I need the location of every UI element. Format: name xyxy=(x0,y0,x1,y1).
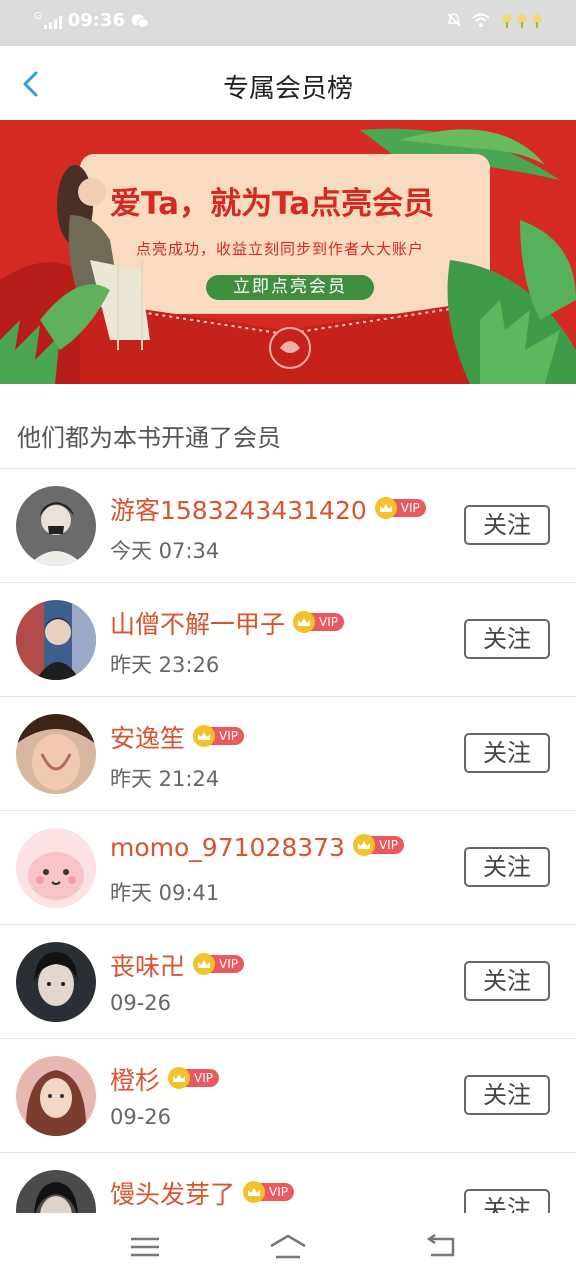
system-nav-bar xyxy=(0,1213,576,1280)
list-item[interactable]: 安逸笙 VIP 昨天 21:24 关注 xyxy=(0,697,576,811)
wechat-icon xyxy=(131,14,150,28)
vip-badge: VIP xyxy=(193,953,244,975)
crown-icon xyxy=(374,497,397,519)
member-name-text: 安逸笙 xyxy=(110,724,186,753)
vip-badge: VIP xyxy=(352,834,404,856)
list-item[interactable]: 山僧不解一甲子 VIP 昨天 23:26 关注 xyxy=(0,583,576,697)
mute-bell-icon xyxy=(447,13,461,27)
status-time: 09:36 xyxy=(67,10,126,31)
member-name-text: 山僧不解一甲子 xyxy=(110,610,286,639)
vip-badge: VIP xyxy=(193,725,244,747)
member-time: 09-26 xyxy=(110,1105,172,1129)
network-type-label: G xyxy=(34,11,42,22)
status-right xyxy=(446,12,544,28)
follow-button[interactable]: 关注 xyxy=(464,733,550,773)
crown-icon xyxy=(293,611,316,633)
vip-badge: VIP xyxy=(374,497,426,519)
avatar[interactable] xyxy=(16,600,96,680)
vip-badge: VIP xyxy=(243,1181,294,1203)
banner-cta-button[interactable]: 立即点亮会员 xyxy=(206,275,374,300)
member-time: 今天 07:34 xyxy=(110,539,220,563)
menu-icon[interactable] xyxy=(127,1233,163,1261)
vip-badge: VIP xyxy=(168,1067,219,1089)
home-icon[interactable] xyxy=(268,1233,308,1261)
wifi-icon xyxy=(472,13,490,27)
member-name[interactable]: 丧味卍 VIP xyxy=(110,947,244,983)
member-name[interactable]: 橙杉 VIP xyxy=(110,1061,219,1097)
avatar[interactable] xyxy=(16,486,96,566)
member-name-text: momo_971028373 xyxy=(110,833,345,862)
member-name[interactable]: 山僧不解一甲子 VIP xyxy=(110,605,344,641)
follow-button[interactable]: 关注 xyxy=(464,1189,550,1213)
crown-icon xyxy=(193,725,216,747)
app-header: 专属会员榜 xyxy=(0,46,576,121)
member-time: 昨天 23:26 xyxy=(110,653,220,677)
member-name-text: 橙杉 xyxy=(110,1066,161,1095)
crown-icon xyxy=(168,1067,191,1089)
flower-icons xyxy=(502,14,542,28)
member-list[interactable]: 游客1583243431420 VIP 今天 07:34 关注 山僧不解一甲子 VI… xyxy=(0,469,576,1213)
vip-badge: VIP xyxy=(293,611,344,633)
avatar[interactable] xyxy=(16,828,96,908)
promo-banner[interactable]: 爱Ta，就为Ta点亮会员 点亮成功，收益立刻同步到作者大大账户 立即点亮会员 xyxy=(0,120,576,384)
list-item[interactable]: 橙杉 VIP 09-26 关注 xyxy=(0,1039,576,1153)
follow-button[interactable]: 关注 xyxy=(464,847,550,887)
avatar[interactable] xyxy=(16,714,96,794)
list-item[interactable]: momo_971028373 VIP 昨天 09:41 关注 xyxy=(0,811,576,925)
back-nav-icon[interactable] xyxy=(423,1233,459,1261)
avatar[interactable] xyxy=(16,942,96,1022)
status-bar: G 09:36 xyxy=(0,0,576,46)
member-name[interactable]: 安逸笙 VIP xyxy=(110,719,244,755)
crown-icon xyxy=(193,953,216,975)
list-item[interactable]: 游客1583243431420 VIP 今天 07:34 关注 xyxy=(0,469,576,583)
member-name[interactable]: 游客1583243431420 VIP xyxy=(110,491,426,527)
member-time: 09-26 xyxy=(110,991,172,1015)
member-time: 昨天 21:24 xyxy=(110,767,220,791)
member-name-text: 丧味卍 xyxy=(110,952,186,981)
follow-button[interactable]: 关注 xyxy=(464,1075,550,1115)
crown-icon xyxy=(243,1181,266,1203)
page-title: 专属会员榜 xyxy=(222,74,353,104)
avatar[interactable] xyxy=(16,1056,96,1136)
list-item[interactable]: 丧味卍 VIP 09-26 关注 xyxy=(0,925,576,1039)
banner-headline: 爱Ta，就为Ta点亮会员 xyxy=(110,186,435,222)
member-name-text: 馒头发芽了 xyxy=(110,1180,236,1209)
member-name[interactable]: 馒头发芽了 VIP xyxy=(110,1175,294,1211)
avatar[interactable] xyxy=(16,1170,96,1213)
member-name-text: 游客1583243431420 xyxy=(110,496,367,525)
follow-button[interactable]: 关注 xyxy=(464,619,550,659)
member-time: 昨天 09:41 xyxy=(110,881,220,905)
follow-button[interactable]: 关注 xyxy=(464,961,550,1001)
banner-subline: 点亮成功，收益立刻同步到作者大大账户 xyxy=(136,240,425,258)
member-name[interactable]: momo_971028373 VIP xyxy=(110,833,404,862)
crown-icon xyxy=(352,834,375,856)
section-title: 他们都为本书开通了会员 xyxy=(17,424,281,452)
signal-icon xyxy=(43,13,62,29)
follow-button[interactable]: 关注 xyxy=(464,505,550,545)
list-item[interactable]: 馒头发芽了 VIP 关注 xyxy=(0,1153,576,1213)
status-left: G 09:36 xyxy=(34,10,150,31)
